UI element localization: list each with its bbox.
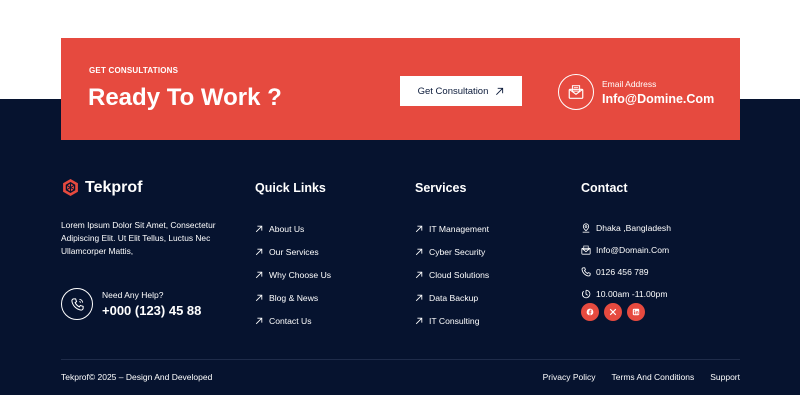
- arrow-up-right-icon: [255, 317, 263, 324]
- service-link-data-backup[interactable]: Data Backup: [415, 286, 489, 309]
- contact-address: Dhaka ,Bangladesh: [581, 217, 671, 239]
- service-link-label: IT Consulting: [429, 315, 480, 326]
- cta-kicker: GET CONSULTATIONS: [89, 66, 179, 75]
- arrow-up-right-icon: [415, 225, 423, 232]
- cta-banner: GET CONSULTATIONS Ready To Work ? Get Co…: [61, 38, 740, 140]
- arrow-up-right-icon: [255, 225, 263, 232]
- brand-about-text: Lorem Ipsum Dolor Sit Amet, Consectetur …: [61, 220, 216, 256]
- service-link-label: Cloud Solutions: [429, 269, 490, 280]
- help-block: Need Any Help? +000 (123) 45 88: [61, 288, 201, 320]
- quick-link-contact-us[interactable]: Contact Us: [255, 309, 331, 332]
- contact-phone-text: 0126 456 789: [596, 267, 649, 277]
- envelope-icon: [581, 245, 591, 255]
- service-link-cyber-security[interactable]: Cyber Security: [415, 240, 489, 263]
- help-phone-number[interactable]: +000 (123) 45 88: [102, 303, 201, 318]
- clock-icon: [581, 289, 591, 299]
- page: GET CONSULTATIONS Ready To Work ? Get Co…: [0, 0, 800, 395]
- arrow-up-right-icon: [255, 294, 263, 301]
- get-consultation-button[interactable]: Get Consultation: [400, 76, 522, 106]
- service-link-label: Cyber Security: [429, 246, 486, 257]
- contact-phone[interactable]: 0126 456 789: [581, 261, 671, 283]
- quick-links-list: About Us Our Services Why Choose Us Blog…: [255, 217, 331, 332]
- service-link-it-consulting[interactable]: IT Consulting: [415, 309, 489, 332]
- cta-email-value[interactable]: Info@Domine.Com: [602, 92, 714, 106]
- arrow-up-right-icon: [255, 248, 263, 255]
- quick-link-our-services[interactable]: Our Services: [255, 240, 331, 263]
- privacy-policy-link[interactable]: Privacy Policy: [543, 372, 596, 382]
- arrow-up-right-icon: [496, 87, 504, 95]
- service-link-it-management[interactable]: IT Management: [415, 217, 489, 240]
- contact-hours-text: 10.00am -11.00pm: [596, 289, 668, 299]
- quick-links-heading: Quick Links: [255, 181, 326, 195]
- contact-address-text: Dhaka ,Bangladesh: [596, 223, 672, 233]
- phone-call-icon: [61, 288, 93, 320]
- arrow-up-right-icon: [415, 294, 423, 301]
- service-link-label: IT Management: [429, 223, 490, 234]
- contact-email[interactable]: Info@Domain.Com: [581, 239, 671, 261]
- support-link[interactable]: Support: [710, 372, 740, 382]
- location-pin-icon: [582, 223, 590, 233]
- social-links: [581, 303, 645, 321]
- mail-icon: [558, 74, 594, 110]
- quick-link-label: About Us: [269, 223, 305, 234]
- quick-link-blog-news[interactable]: Blog & News: [255, 286, 331, 309]
- facebook-icon[interactable]: [581, 303, 599, 321]
- get-consultation-label: Get Consultation: [417, 85, 489, 97]
- services-list: IT Management Cyber Security Cloud Solut…: [415, 217, 489, 332]
- x-icon[interactable]: [604, 303, 622, 321]
- contact-email-text: Info@Domain.Com: [596, 245, 670, 255]
- quick-link-label: Why Choose Us: [269, 269, 332, 280]
- tekprof-logo-icon: [63, 178, 78, 197]
- quick-link-about-us[interactable]: About Us: [255, 217, 331, 240]
- arrow-up-right-icon: [415, 317, 423, 324]
- quick-link-why-choose-us[interactable]: Why Choose Us: [255, 263, 331, 286]
- contact-hours: 10.00am -11.00pm: [581, 283, 671, 305]
- quick-link-label: Our Services: [269, 246, 319, 257]
- services-heading: Services: [415, 181, 467, 195]
- contact-list: Dhaka ,Bangladesh Info@Domain.Com 0126 4…: [581, 217, 671, 305]
- service-link-label: Data Backup: [429, 292, 479, 303]
- service-link-cloud-solutions[interactable]: Cloud Solutions: [415, 263, 489, 286]
- phone-icon: [581, 267, 591, 277]
- quick-link-label: Blog & News: [269, 292, 319, 303]
- copyright-text: Tekprof© 2025 – Design And Developed: [61, 372, 213, 382]
- help-label: Need Any Help?: [102, 290, 164, 300]
- quick-link-label: Contact Us: [269, 315, 312, 326]
- legal-links: Privacy Policy Terms And Conditions Supp…: [543, 372, 740, 382]
- cta-email: Email Address Info@Domine.Com: [558, 74, 714, 110]
- cta-email-label: Email Address: [602, 78, 657, 89]
- contact-heading: Contact: [581, 181, 628, 195]
- arrow-up-right-icon: [255, 271, 263, 278]
- brand-name: Tekprof: [85, 178, 143, 196]
- arrow-up-right-icon: [415, 248, 423, 255]
- arrow-up-right-icon: [415, 271, 423, 278]
- cta-title: Ready To Work ?: [88, 84, 282, 111]
- terms-conditions-link[interactable]: Terms And Conditions: [612, 372, 695, 382]
- linkedin-icon[interactable]: [627, 303, 645, 321]
- brand-logo-link[interactable]: Tekprof: [61, 178, 142, 197]
- footer-divider: [61, 359, 740, 360]
